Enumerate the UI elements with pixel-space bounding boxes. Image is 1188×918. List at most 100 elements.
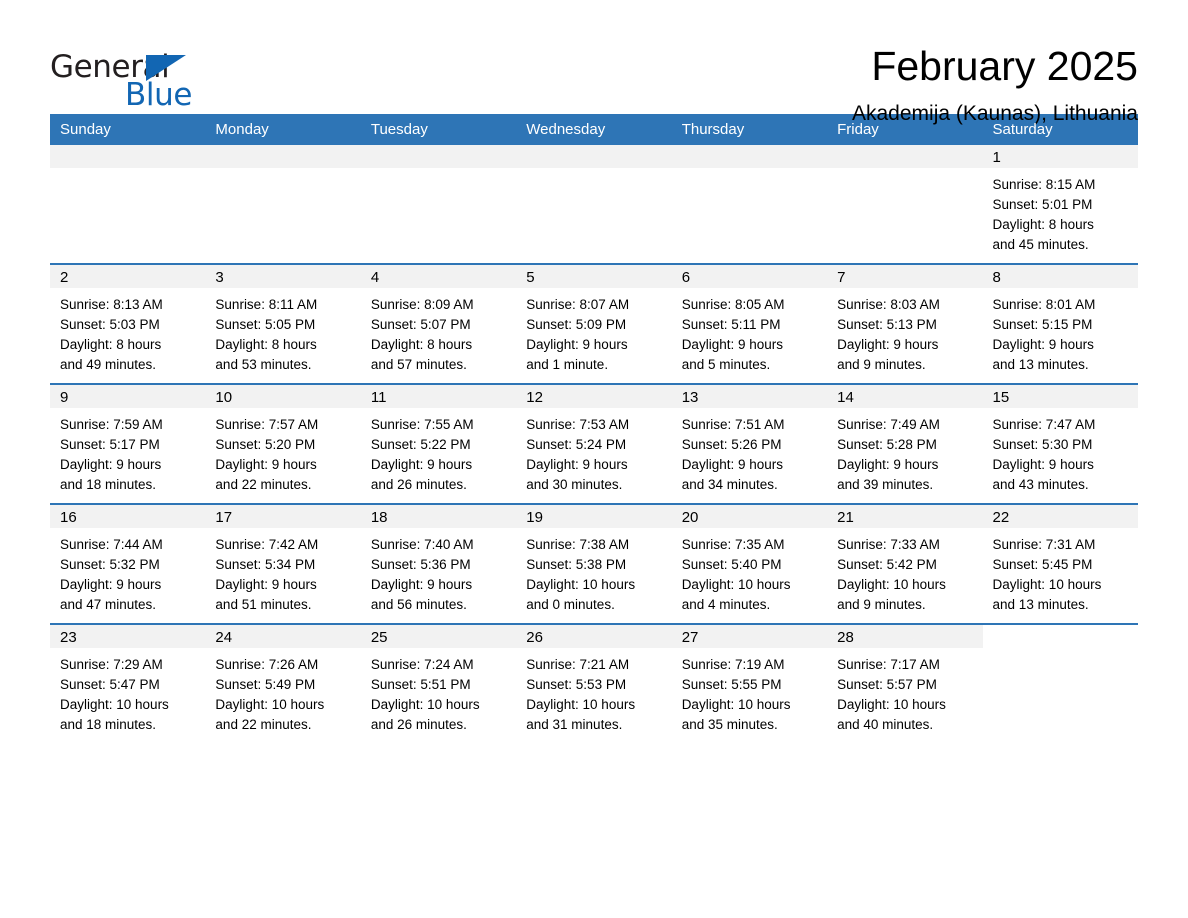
- calendar-day-cell[interactable]: 7 Sunrise: 8:03 AM Sunset: 5:13 PM Daylight…: [827, 263, 983, 384]
- daylight-text-line1: Daylight: 9 hours: [215, 457, 317, 472]
- sunrise-text: Sunrise: 7:59 AM: [60, 417, 163, 432]
- sunrise-text: Sunrise: 8:01 AM: [992, 297, 1096, 312]
- day-number: 12: [516, 385, 672, 408]
- calendar-day-cell[interactable]: 20 Sunrise: 7:35 AM Sunset: 5:40 PM Dayligh…: [671, 503, 828, 624]
- calendar-day-cell[interactable]: 10 Sunrise: 7:57 AM Sunset: 5:20 PM Dayligh…: [205, 383, 361, 504]
- calendar-day-cell-empty: [671, 145, 828, 264]
- weekday-header-monday: Monday: [205, 114, 361, 145]
- day-details: Sunrise: 7:21 AM Sunset: 5:53 PM Daylight:…: [516, 648, 671, 735]
- sunrise-text: Sunrise: 8:03 AM: [837, 297, 940, 312]
- daylight-text-line2: and 39 minutes.: [837, 477, 934, 492]
- calendar-week-row: 9 Sunrise: 7:59 AM Sunset: 5:17 PM Daylight…: [50, 383, 1138, 504]
- day-number: 22: [982, 505, 1138, 528]
- sunrise-text: Sunrise: 8:09 AM: [370, 297, 474, 312]
- daylight-text-line2: and 1 minute.: [526, 357, 609, 372]
- daylight-text-line2: and 31 minutes.: [526, 717, 623, 732]
- sunrise-text: Sunrise: 7:17 AM: [837, 657, 940, 672]
- sunset-text: Sunset: 5:55 PM: [681, 677, 782, 692]
- weekday-header-thursday: Thursday: [671, 114, 828, 145]
- calendar-day-cell[interactable]: 24 Sunrise: 7:26 AM Sunset: 5:49 PM Dayligh…: [205, 623, 361, 743]
- calendar-day-cell[interactable]: 26 Sunrise: 7:21 AM Sunset: 5:53 PM Dayligh…: [516, 623, 672, 743]
- daylight-text-line2: and 5 minutes.: [681, 357, 771, 372]
- calendar-day-cell[interactable]: 1 Sunrise: 8:15 AM Sunset: 5:01 PM Daylight…: [982, 145, 1138, 264]
- day-number: 14: [827, 385, 983, 408]
- daylight-text-line1: Daylight: 10 hours: [370, 697, 480, 712]
- daylight-text-line1: Daylight: 9 hours: [992, 457, 1094, 472]
- day-number: 8: [982, 265, 1138, 288]
- daylight-text-line2: and 57 minutes.: [370, 357, 467, 372]
- day-number: 2: [50, 265, 206, 288]
- calendar-week-row: 1 Sunrise: 8:15 AM Sunset: 5:01 PM Daylight…: [50, 145, 1138, 264]
- daylight-text-line2: and 45 minutes.: [992, 237, 1089, 252]
- calendar-day-cell[interactable]: 15 Sunrise: 7:47 AM Sunset: 5:30 PM Dayligh…: [982, 383, 1138, 504]
- calendar-day-cell[interactable]: 12 Sunrise: 7:53 AM Sunset: 5:24 PM Dayligh…: [516, 383, 672, 504]
- calendar-day-cell[interactable]: 22 Sunrise: 7:31 AM Sunset: 5:45 PM Dayligh…: [982, 503, 1138, 624]
- weekday-header-wednesday: Wednesday: [516, 114, 672, 145]
- daylight-text-line2: and 0 minutes.: [526, 597, 615, 612]
- sunset-text: Sunset: 5:22 PM: [370, 437, 471, 452]
- calendar-day-cell[interactable]: 27 Sunrise: 7:19 AM Sunset: 5:55 PM Dayligh…: [671, 623, 828, 743]
- calendar-day-cell[interactable]: 6 Sunrise: 8:05 AM Sunset: 5:11 PM Daylight…: [671, 263, 828, 384]
- sunrise-text: Sunrise: 7:44 AM: [60, 537, 163, 552]
- calendar-day-cell-empty: [982, 623, 1138, 743]
- day-number: 4: [360, 265, 517, 288]
- daylight-text-line1: Daylight: 10 hours: [60, 697, 169, 712]
- daylight-text-line1: Daylight: 8 hours: [215, 337, 317, 352]
- calendar-day-cell[interactable]: 21 Sunrise: 7:33 AM Sunset: 5:42 PM Dayligh…: [827, 503, 983, 624]
- calendar-day-cell[interactable]: 19 Sunrise: 7:38 AM Sunset: 5:38 PM Dayligh…: [516, 503, 672, 624]
- daylight-text-line1: Daylight: 9 hours: [681, 457, 783, 472]
- title-block: February 2025 Akademija (Kaunas), Lithua…: [852, 44, 1138, 126]
- calendar-day-cell[interactable]: 3 Sunrise: 8:11 AM Sunset: 5:05 PM Daylight…: [205, 263, 361, 384]
- day-number: 7: [827, 265, 983, 288]
- calendar-day-cell[interactable]: 9 Sunrise: 7:59 AM Sunset: 5:17 PM Daylight…: [50, 383, 206, 504]
- calendar-day-cell[interactable]: 16 Sunrise: 7:44 AM Sunset: 5:32 PM Dayligh…: [50, 503, 206, 624]
- sunset-text: Sunset: 5:13 PM: [837, 317, 937, 332]
- day-number: 20: [671, 505, 828, 528]
- sunrise-text: Sunrise: 7:51 AM: [681, 417, 785, 432]
- weekday-header-tuesday: Tuesday: [360, 114, 517, 145]
- daylight-text-line1: Daylight: 9 hours: [370, 577, 473, 592]
- sunset-text: Sunset: 5:17 PM: [60, 437, 160, 452]
- calendar-day-cell[interactable]: 13 Sunrise: 7:51 AM Sunset: 5:26 PM Dayligh…: [671, 383, 828, 504]
- day-number: 3: [205, 265, 361, 288]
- calendar-day-cell[interactable]: 11 Sunrise: 7:55 AM Sunset: 5:22 PM Dayligh…: [360, 383, 517, 504]
- daylight-text-line1: Daylight: 10 hours: [215, 697, 325, 712]
- sunset-text: Sunset: 5:11 PM: [681, 317, 781, 332]
- day-details: Sunrise: 7:57 AM Sunset: 5:20 PM Daylight:…: [205, 408, 360, 495]
- day-number: 1: [982, 145, 1138, 168]
- daylight-text-line2: and 22 minutes.: [215, 717, 312, 732]
- daylight-text-line1: Daylight: 8 hours: [992, 217, 1094, 232]
- day-details: Sunrise: 7:55 AM Sunset: 5:22 PM Daylight:…: [361, 408, 516, 495]
- sunset-text: Sunset: 5:51 PM: [370, 677, 471, 692]
- calendar-day-cell[interactable]: 28 Sunrise: 7:17 AM Sunset: 5:57 PM Dayligh…: [827, 623, 983, 743]
- daylight-text-line1: Daylight: 9 hours: [837, 337, 939, 352]
- sunrise-text: Sunrise: 7:26 AM: [215, 657, 319, 672]
- general-blue-logo[interactable]: General Blue: [50, 44, 200, 116]
- daylight-text-line2: and 56 minutes.: [370, 597, 467, 612]
- day-number: 23: [50, 625, 206, 648]
- sunset-text: Sunset: 5:26 PM: [681, 437, 782, 452]
- calendar-day-cell[interactable]: 5 Sunrise: 8:07 AM Sunset: 5:09 PM Daylight…: [516, 263, 672, 384]
- calendar-day-cell[interactable]: 17 Sunrise: 7:42 AM Sunset: 5:34 PM Dayligh…: [205, 503, 361, 624]
- daylight-text-line2: and 22 minutes.: [215, 477, 312, 492]
- sunset-text: Sunset: 5:20 PM: [215, 437, 316, 452]
- sunrise-text: Sunrise: 7:31 AM: [992, 537, 1096, 552]
- day-number: 21: [827, 505, 983, 528]
- daylight-text-line1: Daylight: 9 hours: [526, 337, 628, 352]
- calendar-day-cell[interactable]: 8 Sunrise: 8:01 AM Sunset: 5:15 PM Daylight…: [982, 263, 1138, 384]
- calendar-day-cell[interactable]: 2 Sunrise: 8:13 AM Sunset: 5:03 PM Daylight…: [50, 263, 206, 384]
- day-details: Sunrise: 7:44 AM Sunset: 5:32 PM Daylight:…: [50, 528, 205, 615]
- calendar-week-row: 2 Sunrise: 8:13 AM Sunset: 5:03 PM Daylight…: [50, 263, 1138, 384]
- sunrise-text: Sunrise: 7:49 AM: [837, 417, 940, 432]
- calendar-day-cell[interactable]: 25 Sunrise: 7:24 AM Sunset: 5:51 PM Dayligh…: [360, 623, 517, 743]
- sunset-text: Sunset: 5:36 PM: [370, 557, 471, 572]
- day-number: 11: [360, 385, 517, 408]
- calendar-day-cell[interactable]: 18 Sunrise: 7:40 AM Sunset: 5:36 PM Dayligh…: [360, 503, 517, 624]
- sunset-text: Sunset: 5:24 PM: [526, 437, 627, 452]
- day-number: 28: [827, 625, 983, 648]
- weekday-header-sunday: Sunday: [50, 114, 206, 145]
- day-number: 27: [671, 625, 828, 648]
- calendar-day-cell[interactable]: 23 Sunrise: 7:29 AM Sunset: 5:47 PM Dayligh…: [50, 623, 206, 743]
- calendar-day-cell[interactable]: 4 Sunrise: 8:09 AM Sunset: 5:07 PM Daylight…: [360, 263, 517, 384]
- calendar-day-cell[interactable]: 14 Sunrise: 7:49 AM Sunset: 5:28 PM Dayligh…: [827, 383, 983, 504]
